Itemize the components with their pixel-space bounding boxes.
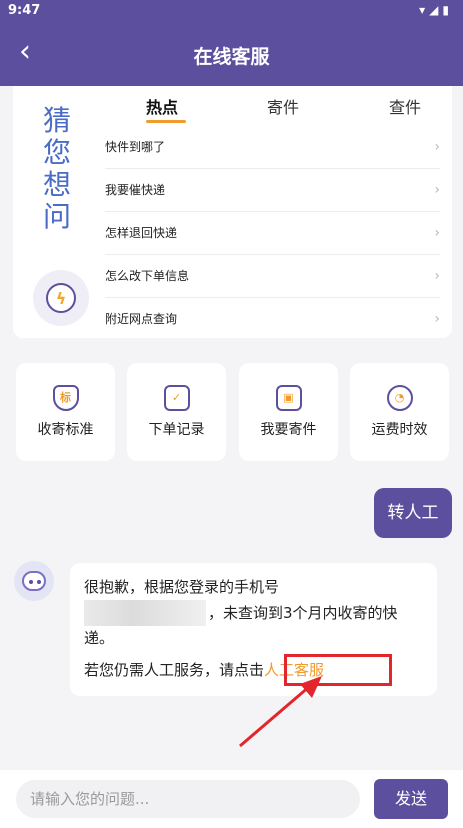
faq-item-label: 怎么改下单信息 [105,269,190,283]
bot-message-line: 很抱歉，根据您登录的手机号 [84,578,280,596]
signal-icon: ◢ [429,3,443,17]
quick-action-order-history[interactable]: ✓ 下单记录 [127,363,226,461]
redacted-phone-number [84,600,206,626]
faq-item-label: 附近网点查询 [105,312,178,326]
quick-action-shipping-fees[interactable]: ◔ 运费时效 [350,363,449,461]
active-tab-indicator [146,120,186,123]
quick-action-shipping-standards[interactable]: 标 收寄标准 [16,363,115,461]
robot-icon [22,571,46,591]
status-bar: 9:47 ▾◢▮ [0,0,463,22]
lightbulb-icon: ϟ [33,270,89,326]
bot-message-text: 若您仍需人工服务，请点击 [84,661,265,679]
chevron-right-icon: › [434,139,440,155]
quick-action-label: 下单记录 [148,422,205,438]
clipboard-check-icon: ✓ [163,385,190,411]
guess-label-char: 问 [42,200,71,233]
status-icons: ▾◢▮ [419,3,453,17]
tab-send[interactable]: 寄件 [267,94,299,118]
faq-list: 快件到哪了 › 我要催快递 › 怎样退回快递 › 怎么改下单信息 › 附近网点查询 › [105,126,440,341]
bot-message-line: 若您仍需人工服务，请点击人工客服 [84,659,324,681]
faq-item[interactable]: 快件到哪了 › [105,126,440,169]
guess-label-column: 猜 您 想 问 ϟ [13,86,101,338]
shield-icon: 标 [52,385,79,411]
bot-message-line: ，未查询到3个月内收寄的快 [208,604,398,622]
faq-item[interactable]: 附近网点查询 › [105,298,440,341]
faq-item[interactable]: 我要催快递 › [105,169,440,212]
faq-item-label: 怎样退回快递 [105,226,178,240]
chevron-right-icon: › [434,225,440,241]
status-time: 9:47 [8,3,41,18]
bot-avatar [14,561,54,601]
chevron-right-icon: › [434,182,440,198]
tab-track[interactable]: 查件 [389,94,421,118]
composer-bar: 发送 [0,770,463,828]
message-input[interactable] [16,780,360,818]
guess-label-char: 您 [42,136,71,169]
faq-item-label: 快件到哪了 [105,140,166,154]
bot-message-bubble: 很抱歉，根据您登录的手机号 ，未查询到3个月内收寄的快 递。 若您仍需人工服务，… [70,563,437,696]
tab-hot[interactable]: 热点 [146,94,178,118]
guess-label-char: 想 [42,168,71,201]
quick-action-send-package[interactable]: ▣ 我要寄件 [239,363,338,461]
quick-action-label: 我要寄件 [260,422,317,438]
battery-icon: ▮ [442,3,453,17]
app-header: ‹ 在线客服 [0,22,463,86]
bot-message-line: 递。 [84,629,115,647]
send-button[interactable]: 发送 [374,779,448,819]
wifi-icon: ▾ [419,3,430,17]
package-icon: ▣ [275,385,302,411]
user-message-bubble: 转人工 [374,488,452,538]
faq-item[interactable]: 怎么改下单信息 › [105,255,440,298]
guess-tabs: 热点 寄件 查件 [103,86,452,126]
gauge-icon: ◔ [386,385,413,411]
faq-item[interactable]: 怎样退回快递 › [105,212,440,255]
chevron-right-icon: › [434,268,440,284]
quick-action-label: 运费时效 [371,422,428,438]
page-title: 在线客服 [193,46,270,68]
chevron-right-icon: › [434,311,440,327]
quick-action-label: 收寄标准 [37,422,94,438]
human-agent-link[interactable]: 人工客服 [264,661,324,679]
faq-item-label: 我要催快递 [105,183,166,197]
guess-label-char: 猜 [42,104,71,137]
guess-panel: 猜 您 想 问 ϟ 热点 寄件 查件 快件到哪了 › 我要催快递 › 怎样退回快递 ›… [13,86,452,338]
